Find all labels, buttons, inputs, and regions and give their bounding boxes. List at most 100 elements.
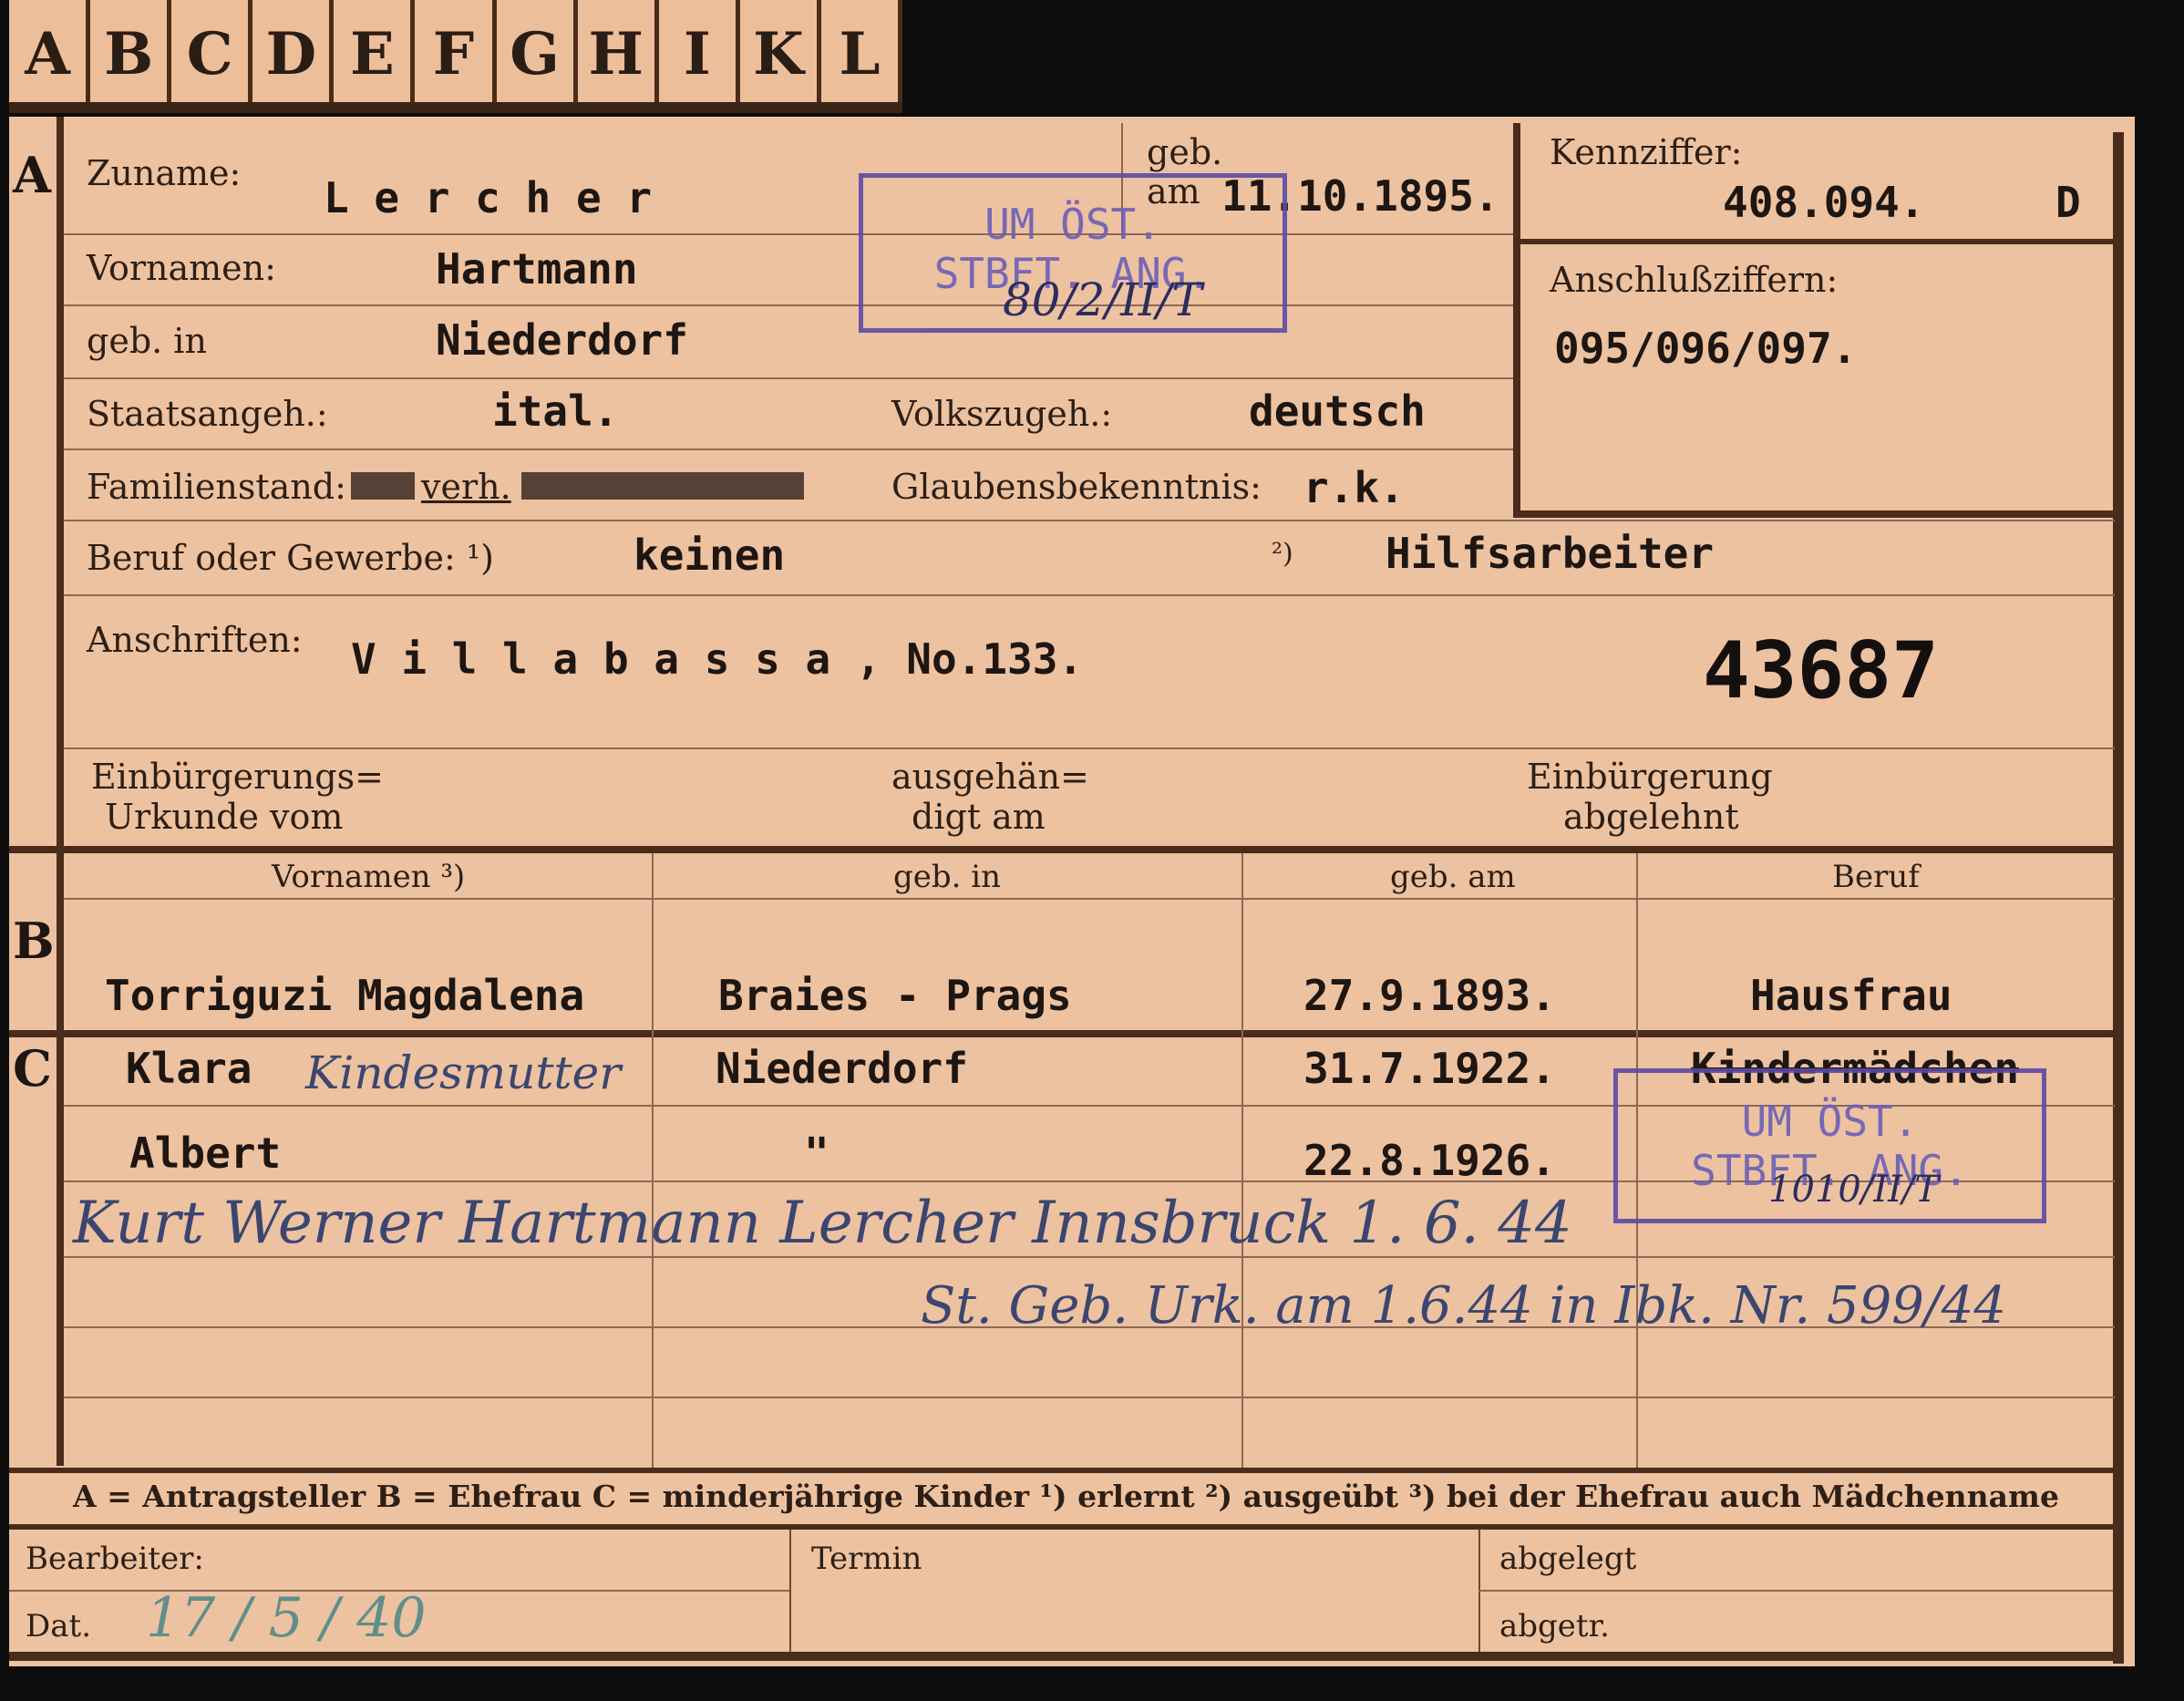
rule [64, 448, 1513, 450]
tabs-divider [9, 102, 902, 113]
reference-box-left [1513, 123, 1520, 515]
surname-value: L e r c h e r [324, 173, 653, 222]
column-divider [652, 853, 654, 1468]
given-name-value: Hartmann [436, 244, 638, 294]
tab-g: G [497, 0, 578, 108]
rule [64, 594, 2115, 596]
code-value: 408.094. [1723, 178, 1925, 227]
tab-f: F [415, 0, 497, 108]
rule [64, 233, 1513, 235]
stamp-handwritten-top: 80/2/II/T [1003, 273, 1202, 326]
reference-box-divider [1520, 239, 2115, 244]
tab-c: C [171, 0, 253, 108]
section-letter-c: C [13, 1039, 52, 1098]
header-rule [64, 898, 2115, 900]
date-label: Dat. [26, 1608, 92, 1644]
rule [64, 1397, 2115, 1398]
rule [64, 304, 1513, 306]
rejected-label-2: abgelehnt [1563, 797, 1739, 837]
child-2-name: Albert [129, 1129, 282, 1178]
section-letter-a: A [13, 146, 51, 204]
legend-bottom [9, 1524, 2115, 1530]
handwritten-certificate: St. Geb. Urk. am 1.6.44 in Ibk. Nr. 599/… [921, 1276, 2007, 1335]
rule [64, 747, 2115, 749]
index-tabs: A B C D E F G H I K L [9, 0, 903, 108]
profession-practiced-value: Hilfsarbeiter [1386, 529, 1715, 578]
footer-divider [789, 1530, 791, 1652]
section-c-bottom [9, 1468, 2115, 1473]
stamp-line-1: UM ÖST. [984, 200, 1161, 249]
filed-label: abgelegt [1499, 1541, 1637, 1577]
handwritten-child-entry: Kurt Werner Hartmann Lercher Innsbruck 1… [73, 1190, 1572, 1257]
ethnicity-value: deutsch [1249, 387, 1426, 436]
section-letter-b: B [13, 912, 55, 970]
tab-h: H [578, 0, 659, 108]
marital-label: Familienstand: [87, 467, 346, 507]
naturalization-label-2: Urkunde vom [105, 797, 344, 837]
citizenship-value: ital. [492, 387, 619, 436]
legend: A = Antragsteller B = Ehefrau C = minder… [73, 1479, 2059, 1514]
struck-text [521, 472, 804, 500]
tab-a: A [9, 0, 91, 108]
reference-box-bottom [1513, 510, 2115, 518]
handed-label-2: digt am [912, 797, 1046, 837]
section-a-divider [9, 846, 2115, 853]
header-birth-date: geb. am [1390, 859, 1516, 895]
clerk-label: Bearbeiter: [26, 1541, 204, 1577]
header-occupation: Beruf [1832, 859, 1920, 895]
rule [64, 520, 2115, 521]
given-name-label: Vornamen: [87, 248, 276, 288]
profession-label: Beruf oder Gewerbe: ¹) [87, 538, 494, 578]
child-2-birth-date: 22.8.1926. [1303, 1136, 1556, 1185]
religion-label: Glaubensbekenntnis: [891, 467, 1262, 507]
birthplace-label: geb. in [87, 321, 207, 361]
address-label: Anschriften: [87, 620, 303, 660]
header-given-names: Vornamen ³) [272, 859, 466, 895]
profession-practiced-mark: ²) [1272, 538, 1293, 570]
left-border [57, 117, 64, 1466]
child-1-name: Klara [126, 1044, 252, 1093]
rule [1478, 1590, 2113, 1592]
birthplace-value: Niederdorf [436, 315, 688, 365]
removed-label: abgetr. [1499, 1608, 1610, 1644]
spouse-birthplace: Braies - Prags [718, 971, 1072, 1020]
stamp-handwritten-bottom: 1010/II/T [1768, 1169, 1940, 1211]
birth-label-geb: geb. [1147, 132, 1223, 172]
rejected-label-1: Einbürgerung [1527, 757, 1773, 797]
profession-learned-value: keinen [634, 531, 786, 580]
spouse-occupation: Hausfrau [1750, 971, 1952, 1020]
struck-text [351, 472, 415, 500]
tab-l: L [821, 0, 903, 108]
ethnicity-label: Volkszugeh.: [891, 394, 1113, 434]
child-2-birthplace: " [804, 1129, 829, 1178]
stamp-line-1: UM ÖST. [1741, 1097, 1919, 1146]
tab-k: K [740, 0, 821, 108]
connected-value: 095/096/097. [1554, 324, 1858, 373]
tab-d: D [252, 0, 335, 108]
child-1-birth-date: 31.7.1922. [1303, 1044, 1556, 1093]
marital-value: verh. [421, 467, 511, 507]
spouse-birth-date: 27.9.1893. [1303, 971, 1556, 1020]
connected-label: Anschlußziffern: [1550, 260, 1839, 300]
card-bottom [9, 1652, 2124, 1661]
code-suffix: D [2055, 178, 2081, 227]
tab-e: E [334, 0, 416, 108]
child-1-birthplace: Niederdorf [716, 1044, 968, 1093]
surname-label: Zuname: [87, 153, 242, 193]
file-number: 43687 [1703, 625, 1939, 716]
code-label: Kennziffer: [1550, 132, 1743, 172]
naturalization-label-1: Einbürgerungs= [91, 757, 384, 797]
tab-i: I [659, 0, 740, 108]
section-b-divider [9, 1030, 2115, 1037]
child-1-note: Kindesmutter [305, 1046, 622, 1099]
deadline-label: Termin [811, 1541, 922, 1577]
religion-value: r.k. [1303, 463, 1405, 512]
column-divider [1241, 853, 1243, 1468]
citizenship-label: Staatsangeh.: [87, 394, 328, 434]
spouse-name: Torriguzi Magdalena [105, 971, 585, 1020]
handed-label-1: ausgehän= [891, 757, 1089, 797]
address-value: V i l l a b a s s a , No.133. [351, 634, 1084, 684]
tab-b: B [90, 0, 172, 108]
header-birthplace: geb. in [893, 859, 1002, 895]
rule [64, 377, 1513, 379]
